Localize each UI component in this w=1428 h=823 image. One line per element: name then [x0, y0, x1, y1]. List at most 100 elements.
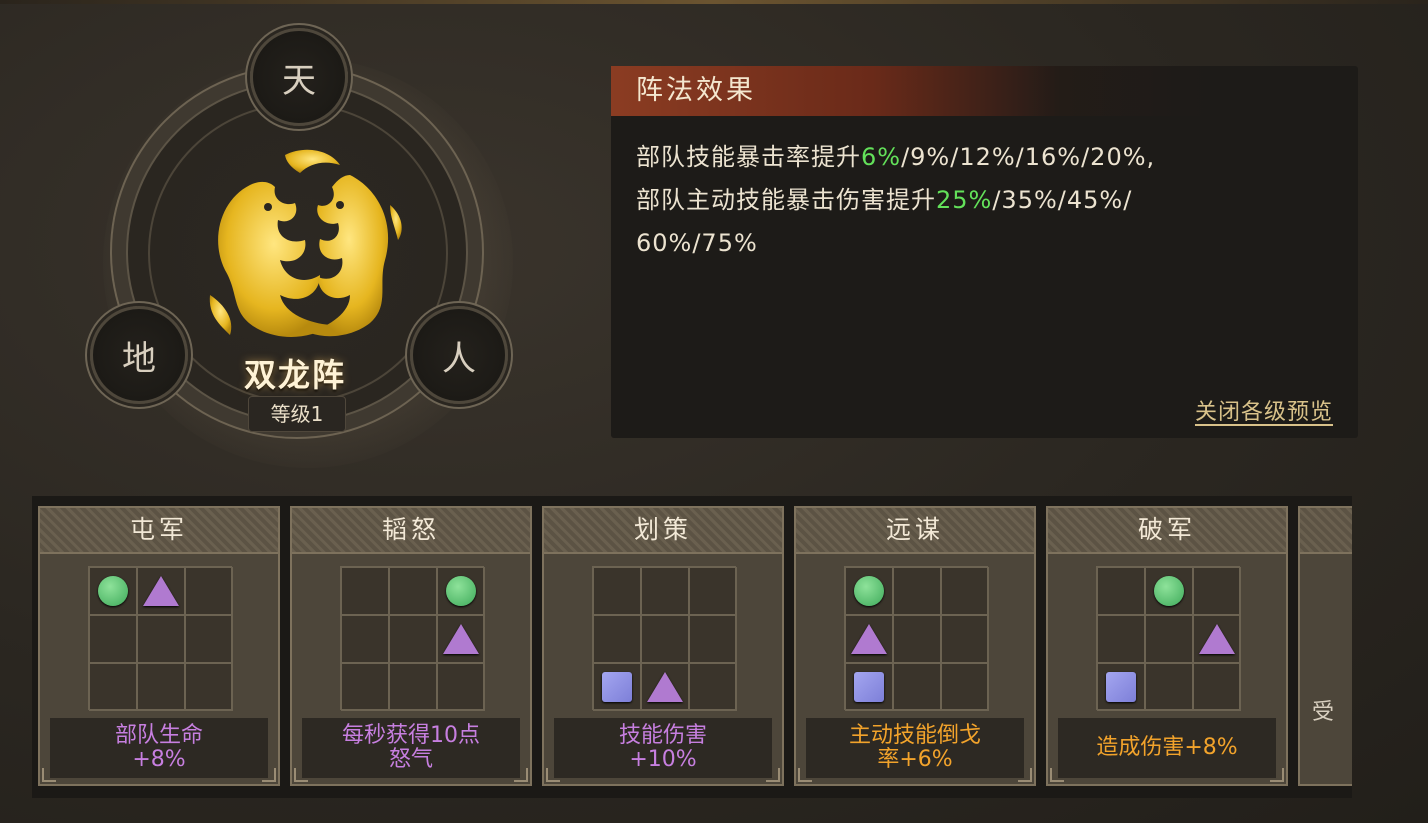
- effect-line-2: 部队主动技能暴击伤害提升25%/35%/45%/: [636, 179, 1333, 222]
- grid-cell: [1145, 567, 1193, 615]
- blue-square-icon: [854, 672, 884, 702]
- grid-cell: [593, 615, 641, 663]
- green-circle-icon: [854, 576, 884, 606]
- grid-cell: [137, 615, 185, 663]
- card-bonus-line-1: 每秒获得10点: [342, 723, 480, 748]
- card-title: 屯军: [40, 508, 278, 554]
- card-bonus: 部队生命 +8%: [50, 718, 268, 778]
- card-title: [1300, 508, 1352, 554]
- grid-cell: [893, 663, 941, 711]
- grid-cell: [389, 567, 437, 615]
- grid-cell: [185, 615, 233, 663]
- grid-cell: [341, 615, 389, 663]
- card-bonus-line-1: 部队生命: [114, 723, 203, 748]
- purple-triangle-icon: [443, 624, 479, 654]
- formation-cards-strip[interactable]: 屯军 部队生命 +8% 韬怒 每秒获得10点 怒气 划策 技能伤害 +10% 远…: [32, 496, 1352, 798]
- grid-cell: [641, 663, 689, 711]
- formation-card-tunjun[interactable]: 屯军 部队生命 +8%: [38, 506, 280, 786]
- formation-grid: [1096, 566, 1241, 711]
- twin-dragon-icon: [209, 149, 402, 337]
- formation-emblem: 天 地 人 双龙阵 等级1: [60, 20, 560, 468]
- card-bonus-line-1: 主动技能倒戈: [848, 723, 981, 748]
- corner-ornament: [1018, 768, 1032, 782]
- level-badge: 等级1: [248, 396, 346, 432]
- card-bonus-line-2: 率+6%: [877, 747, 953, 772]
- card-bonus-line-2: +10%: [629, 747, 697, 772]
- grid-cell: [893, 567, 941, 615]
- formation-grid: [88, 566, 233, 711]
- purple-triangle-icon: [143, 576, 179, 606]
- blue-square-icon: [602, 672, 632, 702]
- card-title: 远谋: [796, 508, 1034, 554]
- blue-square-icon: [1106, 672, 1136, 702]
- grid-cell: [845, 567, 893, 615]
- earth-seal-glyph: 地: [122, 338, 156, 379]
- effect-panel-title: 阵法效果: [611, 66, 1358, 116]
- grid-cell: [593, 663, 641, 711]
- card-title: 破军: [1048, 508, 1286, 554]
- effect-line-1: 部队技能暴击率提升6%/9%/12%/16%/20%,: [636, 136, 1333, 179]
- grid-cell: [1145, 663, 1193, 711]
- grid-cell: [1193, 663, 1241, 711]
- formation-card-yuanmou[interactable]: 远谋 主动技能倒戈 率+6%: [794, 506, 1036, 786]
- formation-card-partial[interactable]: 受: [1298, 506, 1352, 786]
- grid-cell: [437, 663, 485, 711]
- card-title: 划策: [544, 508, 782, 554]
- card-bonus-line-1: 造成伤害+8%: [1096, 735, 1238, 760]
- grid-cell: [941, 567, 989, 615]
- formation-card-pojun[interactable]: 破军 造成伤害+8%: [1046, 506, 1288, 786]
- corner-ornament: [1270, 768, 1284, 782]
- effect-line-1-current-value: 6%: [861, 143, 902, 171]
- grid-cell: [185, 567, 233, 615]
- grid-cell: [689, 567, 737, 615]
- purple-triangle-icon: [1199, 624, 1235, 654]
- card-body: 受: [1300, 554, 1352, 784]
- effect-line-2-prefix: 部队主动技能暴击伤害提升: [636, 186, 936, 214]
- grid-cell: [341, 663, 389, 711]
- card-body: 技能伤害 +10%: [544, 554, 782, 784]
- corner-ornament: [798, 768, 812, 782]
- grid-cell: [137, 567, 185, 615]
- formation-card-taonu[interactable]: 韬怒 每秒获得10点 怒气: [290, 506, 532, 786]
- grid-cell: [641, 615, 689, 663]
- grid-cell: [1145, 615, 1193, 663]
- formation-grid: [592, 566, 737, 711]
- grid-cell: [1193, 567, 1241, 615]
- partial-card-text: 受: [1312, 700, 1335, 725]
- grid-cell: [1097, 663, 1145, 711]
- grid-cell: [593, 567, 641, 615]
- grid-cell: [137, 663, 185, 711]
- grid-cell: [1097, 567, 1145, 615]
- grid-cell: [89, 615, 137, 663]
- corner-ornament: [42, 768, 56, 782]
- grid-cell: [941, 663, 989, 711]
- grid-cell: [89, 663, 137, 711]
- card-bonus: 技能伤害 +10%: [554, 718, 772, 778]
- card-body: 主动技能倒戈 率+6%: [796, 554, 1034, 784]
- effect-description: 部队技能暴击率提升6%/9%/12%/16%/20%, 部队主动技能暴击伤害提升…: [611, 116, 1358, 265]
- heaven-seal-icon: 天: [250, 28, 348, 126]
- grid-cell: [89, 567, 137, 615]
- man-seal-glyph: 人: [442, 338, 476, 379]
- card-bonus-line-2: 怒气: [388, 747, 433, 772]
- card-bonus-line-1: 技能伤害: [618, 723, 707, 748]
- grid-cell: [941, 615, 989, 663]
- effect-line-2-suffix: /35%/45%/: [992, 186, 1133, 214]
- grid-cell: [185, 663, 233, 711]
- grid-cell: [641, 567, 689, 615]
- grid-cell: [689, 615, 737, 663]
- effect-line-1-suffix: /9%/12%/16%/20%,: [901, 143, 1156, 171]
- effect-line-3: 60%/75%: [636, 229, 758, 257]
- green-circle-icon: [446, 576, 476, 606]
- corner-ornament: [1050, 768, 1064, 782]
- card-body: 造成伤害+8%: [1048, 554, 1286, 784]
- formation-name: 双龙阵: [243, 356, 346, 394]
- card-bonus: 造成伤害+8%: [1058, 718, 1276, 778]
- card-bonus: 每秒获得10点 怒气: [302, 718, 520, 778]
- grid-cell: [1097, 615, 1145, 663]
- purple-triangle-icon: [647, 672, 683, 702]
- formation-card-huace[interactable]: 划策 技能伤害 +10%: [542, 506, 784, 786]
- close-preview-link[interactable]: 关闭各级预览: [1195, 394, 1333, 426]
- grid-cell: [389, 663, 437, 711]
- corner-ornament: [514, 768, 528, 782]
